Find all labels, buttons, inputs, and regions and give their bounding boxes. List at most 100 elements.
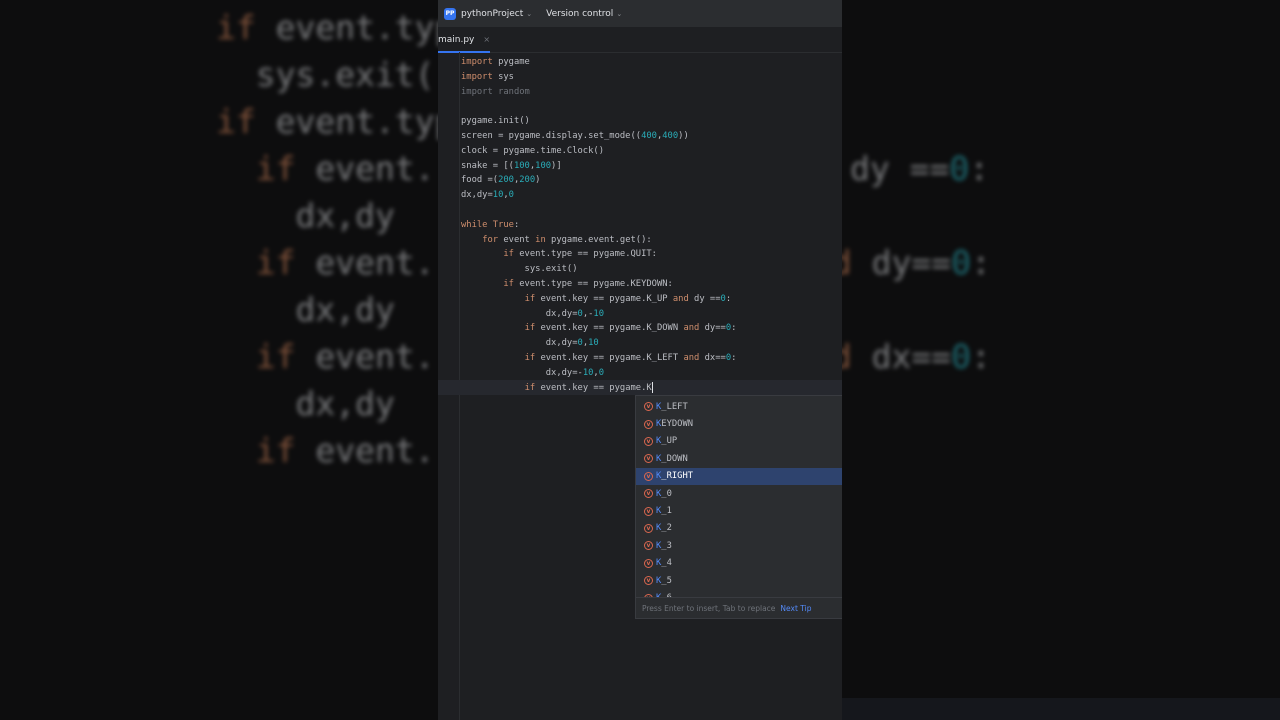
completion-item[interactable]: v K_LEFT — [636, 398, 842, 415]
background-code-token: event. — [295, 243, 435, 282]
chevron-down-icon[interactable]: ⌄ — [526, 10, 532, 18]
version-control-menu[interactable]: Version control — [546, 9, 613, 19]
background-code-token: if — [216, 8, 256, 47]
code-line[interactable]: pygame.init() — [461, 114, 842, 129]
background-code-token: 0 — [949, 149, 970, 188]
code-line[interactable]: if event.key == pygame.K — [461, 381, 842, 396]
code-token: 10 — [593, 308, 605, 319]
variable-icon: v — [644, 541, 653, 551]
code-token: : — [725, 293, 732, 304]
project-name[interactable]: pythonProject — [461, 9, 523, 19]
completion-item[interactable]: v K_UP — [636, 433, 842, 450]
chevron-down-icon[interactable]: ⌄ — [616, 10, 622, 18]
code-line[interactable]: import pygame — [461, 55, 842, 70]
variable-icon: v — [644, 506, 653, 516]
ide-window: PP pythonProject ⌄ Version control ⌄ mai… — [438, 0, 842, 720]
text-caret — [651, 381, 653, 393]
code-editor[interactable]: import pygame import sys import random pyga… — [461, 55, 842, 395]
completion-item[interactable]: v K_DOWN — [636, 450, 842, 467]
background-code-token: event. — [295, 337, 435, 376]
completion-item[interactable]: v K_5 — [636, 572, 842, 589]
completion-item[interactable]: v K_1 — [636, 502, 842, 519]
completion-item[interactable]: v K_4 — [636, 555, 842, 572]
code-token: and — [672, 293, 689, 304]
code-token: if — [524, 352, 536, 363]
code-line[interactable]: import random — [461, 85, 842, 100]
tab-label[interactable]: main.py — [438, 35, 474, 45]
code-token: event.key == pygame.K_UP — [535, 293, 673, 304]
code-token: dx,dy=- — [461, 367, 583, 378]
code-line[interactable]: sys.exit() — [461, 262, 842, 277]
code-line[interactable]: if event.type == pygame.QUIT: — [461, 247, 842, 262]
code-token: import — [461, 71, 493, 82]
code-line[interactable]: for event in pygame.event.get(): — [461, 233, 842, 248]
background-code-token: : — [970, 243, 991, 282]
background-code-token: if — [216, 149, 296, 188]
code-token: 10 — [492, 190, 504, 201]
completion-item[interactable]: v KEYDOWN — [636, 415, 842, 432]
code-line[interactable]: dx,dy=0,-10 — [461, 307, 842, 322]
code-token: event.key == pygame.K_DOWN — [535, 323, 684, 334]
completion-item-label: K_1 — [656, 506, 672, 517]
code-line[interactable]: snake = [(100,100)] — [461, 159, 842, 174]
tab-main-py[interactable]: main.py × — [438, 27, 490, 52]
code-line[interactable]: clock = pygame.time.Clock() — [461, 144, 842, 159]
completion-item-label: K_5 — [656, 575, 672, 586]
code-token: dx,dy= — [461, 338, 578, 349]
completion-item[interactable]: v K_3 — [636, 537, 842, 554]
code-line[interactable]: dx,dy=-10,0 — [461, 366, 842, 381]
variable-icon: v — [644, 419, 653, 429]
project-icon[interactable]: PP — [444, 7, 456, 20]
code-line[interactable]: if event.key == pygame.K_DOWN and dy==0: — [461, 321, 842, 336]
completion-item-label: KEYDOWN — [656, 419, 694, 430]
code-line[interactable]: while True: — [461, 218, 842, 233]
close-icon[interactable]: × — [483, 35, 490, 44]
code-token: event.key == pygame.K_LEFT — [535, 352, 684, 363]
code-line[interactable]: screen = pygame.display.set_mode((400,40… — [461, 129, 842, 144]
variable-icon: v — [644, 402, 653, 412]
variable-icon: v — [644, 558, 653, 568]
code-token: screen = pygame.display.set_mode(( — [461, 130, 642, 141]
completion-item-label: K_LEFT — [656, 401, 688, 412]
background-code-token: dy == — [850, 149, 950, 188]
code-token: True — [492, 219, 514, 230]
code-line[interactable]: dx,dy=10,0 — [461, 188, 842, 203]
background-code-token: dx,dy — [216, 196, 395, 235]
completion-item[interactable]: v K_RIGHT — [636, 467, 842, 485]
completion-match-prefix: K — [656, 523, 662, 534]
code-token: : — [731, 352, 737, 363]
code-token: event — [498, 234, 536, 245]
completion-item[interactable]: v K_0 — [636, 485, 842, 502]
completion-match-prefix: K — [656, 575, 662, 586]
variable-icon: v — [644, 436, 653, 446]
background-code-token: event. — [295, 431, 435, 470]
background-code-token: : — [970, 337, 991, 376]
code-line[interactable]: if event.key == pygame.K_LEFT and dx==0: — [461, 351, 842, 366]
code-token: event.key == pygame.K — [535, 382, 652, 393]
completion-match-prefix: K — [656, 506, 662, 517]
background-code-left: if event.type sys.exit( if event.type if… — [216, 4, 474, 474]
code-line[interactable]: food =(200,200) — [461, 173, 842, 188]
code-token: event.type == pygame.QUIT: — [513, 249, 657, 260]
code-line[interactable]: import sys — [461, 70, 842, 85]
code-line[interactable]: if event.type == pygame.KEYDOWN: — [461, 277, 842, 292]
code-token: for — [482, 234, 499, 245]
variable-icon: v — [644, 576, 653, 586]
hint-text: Press Enter to insert, Tab to replace — [642, 603, 776, 613]
completion-item-label: K_2 — [656, 523, 672, 534]
code-line[interactable]: if event.key == pygame.K_UP and dy ==0: — [461, 292, 842, 307]
code-token: 400 — [662, 130, 679, 141]
code-token: in — [535, 234, 546, 245]
completion-hint-bar: Press Enter to insert, Tab to replace Ne… — [636, 597, 842, 618]
code-line[interactable] — [461, 203, 842, 218]
background-code-token: dx,dy — [216, 290, 395, 329]
code-line[interactable]: dx,dy=0,10 — [461, 336, 842, 351]
active-tab-indicator — [438, 51, 490, 53]
next-tip-link[interactable]: Next Tip — [780, 604, 811, 613]
completion-match-prefix: K — [656, 401, 662, 412]
completion-item[interactable]: v K_2 — [636, 520, 842, 537]
code-line[interactable] — [461, 99, 842, 114]
